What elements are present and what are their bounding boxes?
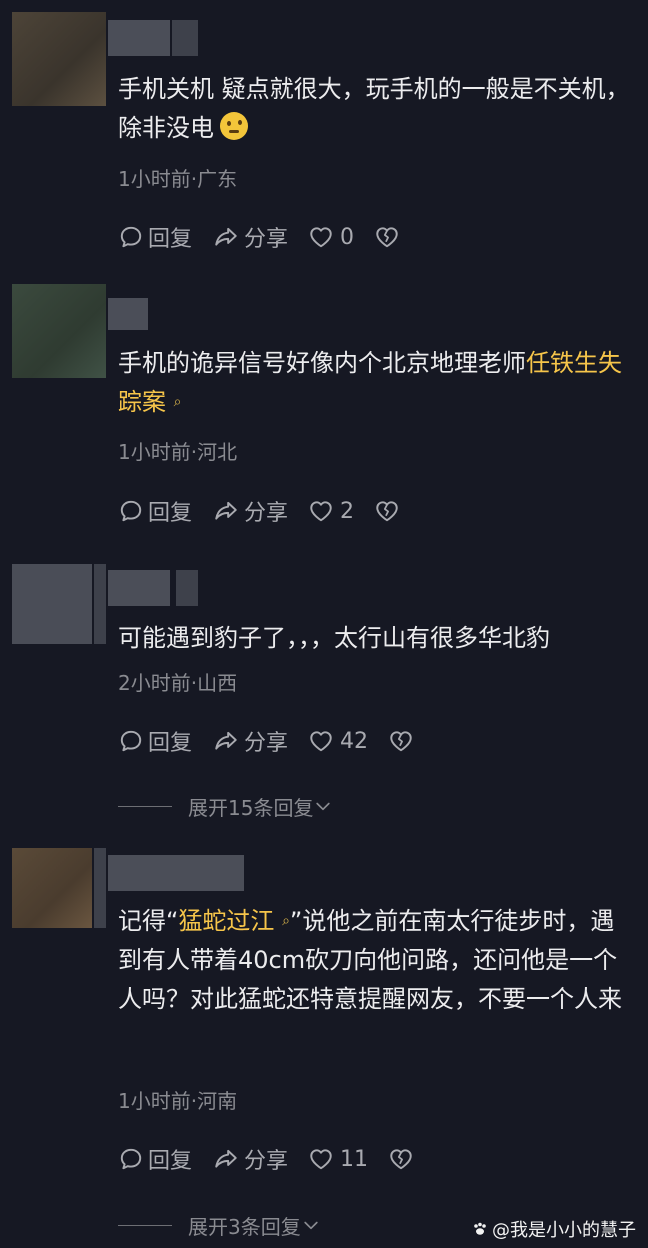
share-button[interactable]: 分享: [212, 221, 288, 253]
comment-meta: 1小时前·河南: [118, 1089, 238, 1113]
username-blurred[interactable]: [108, 20, 170, 56]
like-button[interactable]: 2: [308, 498, 354, 524]
chevron-down-icon: [301, 1215, 321, 1235]
comment-bubble-icon: [118, 1146, 144, 1172]
share-arrow-icon: [212, 224, 240, 250]
avatar[interactable]: [12, 12, 106, 106]
broken-heart-icon: [388, 728, 414, 754]
dislike-button[interactable]: [388, 728, 418, 754]
username-blurred: [172, 20, 198, 56]
comment-meta: 2小时前·山西: [118, 671, 238, 695]
reply-button[interactable]: 回复: [118, 221, 192, 253]
username-blurred: [94, 564, 106, 644]
username-blurred[interactable]: [108, 298, 148, 330]
share-button[interactable]: 分享: [212, 1143, 288, 1175]
comment-text: 手机关机 疑点就很大，玩手机的一般是不关机，除非没电: [118, 75, 630, 142]
heart-icon: [308, 498, 334, 524]
search-link[interactable]: 猛蛇过江 ⌕: [178, 907, 289, 935]
comment-item: 记得“猛蛇过江 ⌕”说他之前在南太行徒步时，遇到有人带着40cm砍刀向他问路，还…: [0, 840, 648, 1248]
paw-icon: [474, 1222, 486, 1235]
share-arrow-icon: [212, 728, 240, 754]
like-count: 0: [340, 224, 355, 250]
comment-meta: 1小时前·广东: [118, 167, 238, 191]
comment-bubble-icon: [118, 498, 144, 524]
like-count: 42: [340, 728, 369, 754]
like-count: 2: [340, 498, 355, 524]
reply-button[interactable]: 回复: [118, 495, 192, 527]
divider: [118, 805, 172, 807]
comment-actions: 回复 分享 0: [118, 221, 424, 253]
broken-heart-icon: [388, 1146, 414, 1172]
watermark: @我是小小的慧子: [472, 1216, 636, 1242]
comment-actions: 回复 分享 2: [118, 495, 424, 527]
reply-button[interactable]: 回复: [118, 725, 192, 757]
like-button[interactable]: 42: [308, 728, 368, 754]
broken-heart-icon: [374, 224, 400, 250]
divider: [118, 1224, 172, 1226]
dislike-button[interactable]: [374, 498, 404, 524]
share-arrow-icon: [212, 498, 240, 524]
comment-item: 手机关机 疑点就很大，玩手机的一般是不关机，除非没电 1小时前·广东 回复 分享…: [0, 0, 648, 270]
comment-text: 可能遇到豹子了，，，太行山有很多华北豹: [118, 624, 550, 652]
comment-bubble-icon: [118, 728, 144, 754]
share-button[interactable]: 分享: [212, 725, 288, 757]
heart-icon: [308, 728, 334, 754]
heart-icon: [308, 224, 334, 250]
like-count: 11: [340, 1146, 369, 1172]
avatar[interactable]: [12, 564, 92, 644]
thinking-face-emoji: [220, 112, 248, 140]
username-blurred: [176, 570, 198, 606]
chevron-down-icon: [313, 796, 333, 816]
heart-icon: [308, 1146, 334, 1172]
search-icon: ⌕: [282, 913, 290, 929]
comment-meta: 1小时前·河北: [118, 440, 238, 464]
comment-actions: 回复 分享 42: [118, 725, 438, 757]
like-button[interactable]: 0: [308, 224, 354, 250]
avatar[interactable]: [12, 848, 92, 928]
expand-replies-button[interactable]: 展开15条回复: [118, 791, 333, 821]
share-button[interactable]: 分享: [212, 495, 288, 527]
like-button[interactable]: 11: [308, 1146, 368, 1172]
username-blurred: [94, 848, 106, 928]
dislike-button[interactable]: [388, 1146, 418, 1172]
comment-text: 手机的诡异信号好像内个北京地理老师任铁生失踪案 ⌕: [118, 349, 622, 416]
broken-heart-icon: [374, 498, 400, 524]
search-icon: ⌕: [173, 394, 182, 410]
comment-actions: 回复 分享 11: [118, 1143, 438, 1175]
comment-text: 记得“猛蛇过江 ⌕”说他之前在南太行徒步时，遇到有人带着40cm砍刀向他问路，还…: [118, 907, 622, 1013]
dislike-button[interactable]: [374, 224, 404, 250]
comment-item: 手机的诡异信号好像内个北京地理老师任铁生失踪案 ⌕ 1小时前·河北 回复 分享 …: [0, 270, 648, 550]
share-arrow-icon: [212, 1146, 240, 1172]
username-blurred[interactable]: [108, 855, 244, 891]
expand-replies-button[interactable]: 展开3条回复: [118, 1210, 321, 1240]
comment-item: 可能遇到豹子了，，，太行山有很多华北豹 2小时前·山西 回复 分享 42 展开1…: [0, 550, 648, 840]
reply-button[interactable]: 回复: [118, 1143, 192, 1175]
comment-bubble-icon: [118, 224, 144, 250]
username-blurred[interactable]: [108, 570, 170, 606]
avatar[interactable]: [12, 284, 106, 378]
